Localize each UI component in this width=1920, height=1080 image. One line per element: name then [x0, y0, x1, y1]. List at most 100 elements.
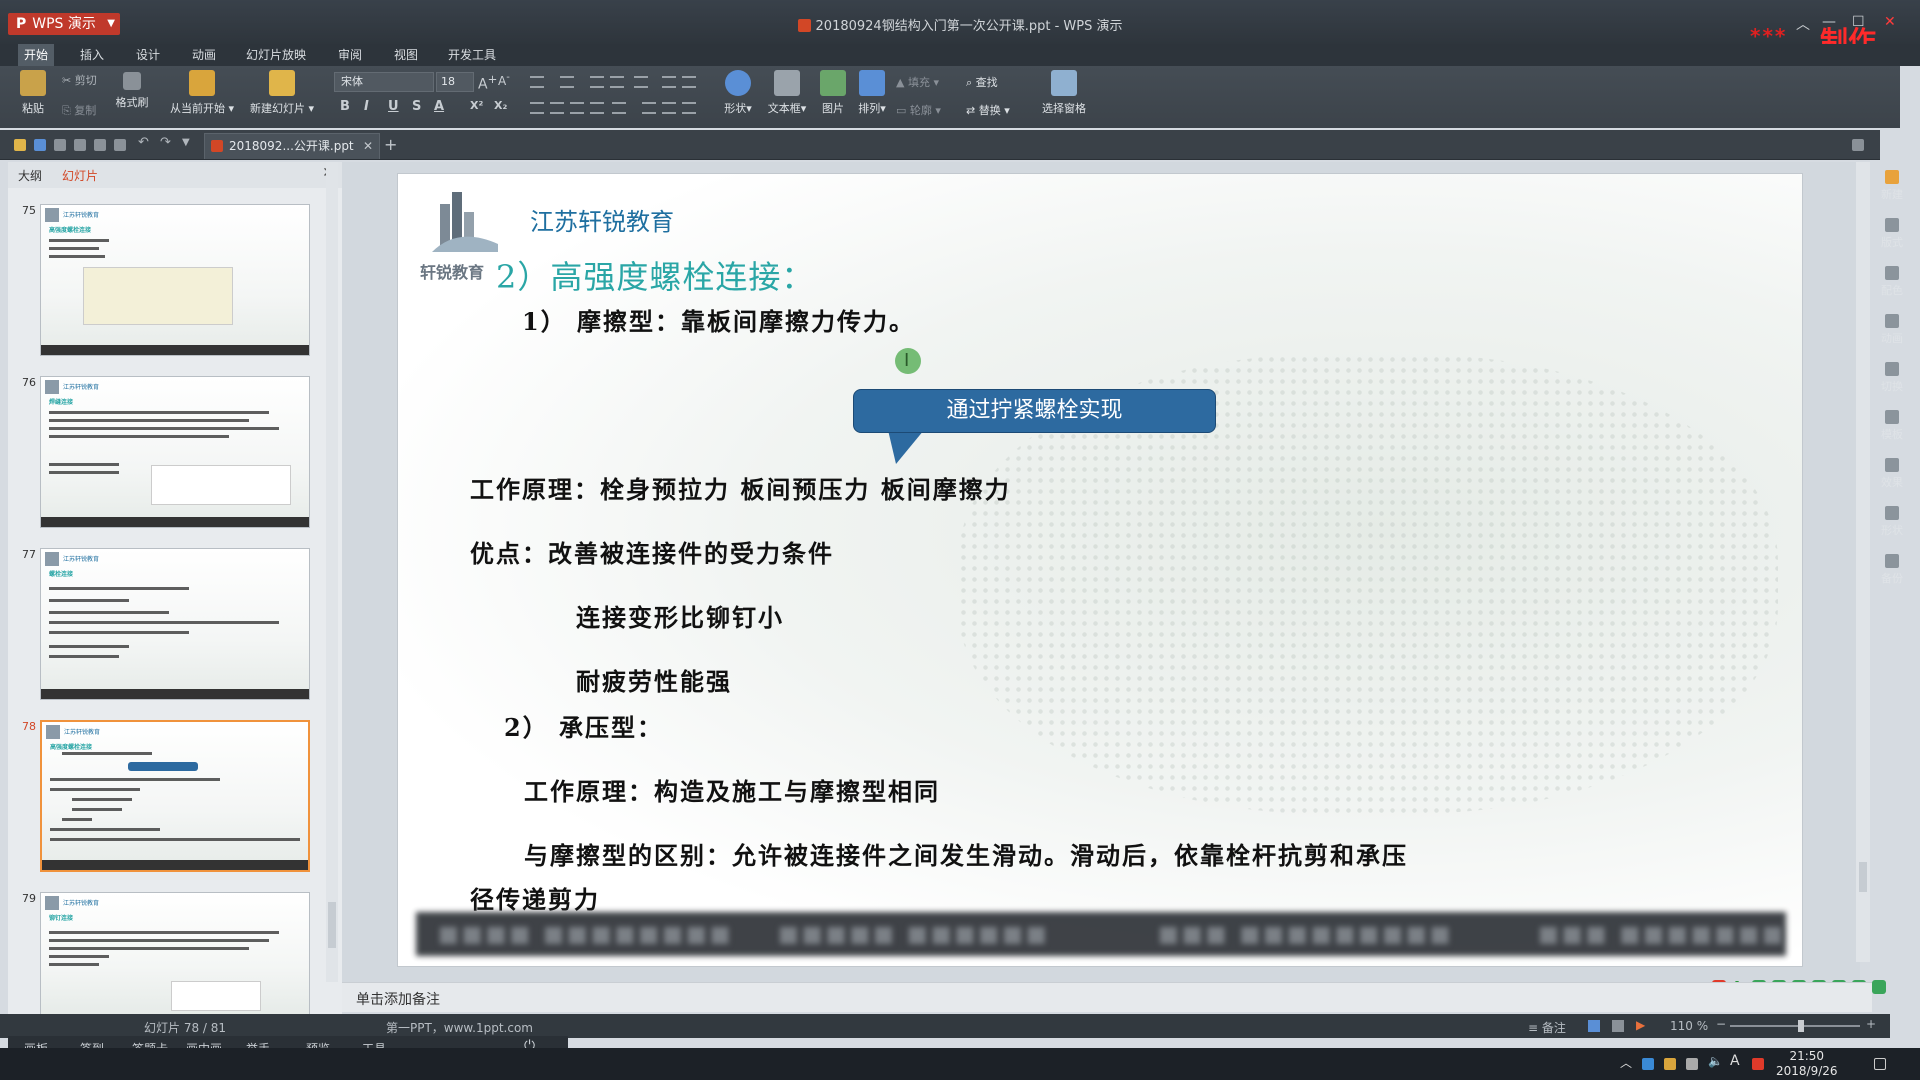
print-preview-icon[interactable]: [94, 139, 106, 151]
system-clock[interactable]: 21:50 2018/9/26: [1776, 1049, 1838, 1079]
bearing-principle-line[interactable]: 工作原理：构造及施工与摩擦型相同: [524, 772, 940, 807]
paragraph-spacing-icon[interactable]: [642, 102, 656, 114]
template-pane-button[interactable]: 模板: [1872, 410, 1912, 442]
underline-button[interactable]: U: [388, 99, 399, 114]
backup-pane-button[interactable]: 备份: [1872, 554, 1912, 586]
fill-button[interactable]: ▲ 填充 ▾: [896, 74, 939, 90]
shape-pane-button[interactable]: 形状: [1872, 506, 1912, 538]
format-painter-button[interactable]: 格式刷: [112, 72, 152, 110]
subscript-button[interactable]: X₂: [494, 99, 507, 112]
zoom-slider[interactable]: [1730, 1020, 1860, 1032]
normal-view-icon[interactable]: [1588, 1020, 1600, 1032]
volume-icon[interactable]: 🔈: [1708, 1054, 1723, 1068]
italic-button[interactable]: I: [364, 99, 369, 114]
paste-button[interactable]: 粘贴: [14, 70, 52, 116]
advantage-fatigue[interactable]: 耐疲劳性能强: [576, 662, 732, 697]
new-slide-button[interactable]: 新建幻灯片 ▾: [246, 70, 318, 116]
difference-line[interactable]: 与摩擦型的区别：允许被连接件之间发生滑动。滑动后，依靠栓杆抗剪和承压: [524, 836, 1408, 871]
zoom-in-icon[interactable]: +: [1866, 1017, 1876, 1031]
slide-thumbnail-77[interactable]: 江苏轩锐教育 螺栓连接: [40, 548, 310, 700]
sogou-tray-icon[interactable]: [1752, 1058, 1764, 1070]
toolbox-icon[interactable]: [1872, 980, 1886, 994]
advantage-deformation[interactable]: 连接变形比铆钉小: [576, 598, 784, 633]
picture-button[interactable]: 图片: [818, 70, 848, 116]
undo-icon[interactable]: ↶: [138, 135, 150, 150]
slides-scrollbar[interactable]: [326, 162, 338, 982]
tab-home[interactable]: 开始: [18, 44, 55, 66]
new-tab-button[interactable]: +: [384, 135, 397, 154]
slide-canvas[interactable]: 轩锐教育 江苏轩锐教育 2）高强度螺栓连接： 1） 摩擦型：靠板间摩擦力传力。 …: [397, 173, 1803, 967]
effect-pane-button[interactable]: 效果: [1872, 458, 1912, 490]
slide-heading[interactable]: 2）高强度螺栓连接：: [496, 252, 814, 298]
selection-pane-button[interactable]: 选择窗格: [1036, 70, 1092, 116]
tray-app-icon[interactable]: [1664, 1058, 1676, 1070]
slide-scrollbar[interactable]: [1856, 162, 1870, 962]
preview-icon[interactable]: [114, 139, 126, 151]
save-icon[interactable]: [34, 139, 46, 151]
tab-developer[interactable]: 开发工具: [442, 44, 502, 66]
redo-icon[interactable]: ↷: [160, 135, 172, 150]
tab-insert[interactable]: 插入: [74, 44, 110, 66]
align-right-icon[interactable]: [570, 102, 584, 114]
columns-icon[interactable]: [662, 76, 676, 88]
difference-line-cont[interactable]: 径传递剪力: [470, 880, 600, 915]
font-name-select[interactable]: 宋体: [334, 72, 434, 92]
tab-view[interactable]: 视图: [388, 44, 424, 66]
tray-app-icon[interactable]: [1642, 1058, 1654, 1070]
zoom-level[interactable]: 110 %: [1670, 1019, 1708, 1033]
friction-type-line[interactable]: 1） 摩擦型：靠板间摩擦力传力。: [522, 302, 915, 337]
justify-icon[interactable]: [590, 102, 604, 114]
bold-button[interactable]: B: [340, 99, 350, 114]
tab-outline[interactable]: 大纲: [18, 167, 42, 184]
scrollbar-thumb[interactable]: [328, 902, 336, 948]
numbering-icon[interactable]: [560, 76, 574, 88]
align-center-icon[interactable]: [550, 102, 564, 114]
advantage-line[interactable]: 优点：改善被连接件的受力条件: [470, 534, 834, 569]
find-button[interactable]: ⌕ 查找: [966, 74, 998, 90]
shadow-button[interactable]: S: [412, 99, 421, 114]
tab-review[interactable]: 审阅: [332, 44, 368, 66]
bullets-icon[interactable]: [530, 76, 544, 88]
vertical-align-icon[interactable]: [662, 102, 676, 114]
open-icon[interactable]: [14, 139, 26, 151]
distribute-icon[interactable]: [612, 102, 626, 114]
font-size-select[interactable]: 18: [436, 72, 474, 92]
ime-indicator-icon[interactable]: A: [1730, 1053, 1742, 1069]
minimize-button[interactable]: —: [1822, 14, 1836, 30]
color-pane-button[interactable]: 配色: [1872, 266, 1912, 298]
grow-font-button[interactable]: A+: [478, 72, 497, 93]
slide-thumbnail-75[interactable]: 江苏轩锐教育 高强度螺栓连接: [40, 204, 310, 356]
callout-box[interactable]: 通过拧紧螺栓实现: [853, 389, 1216, 433]
tab-animation[interactable]: 动画: [186, 44, 222, 66]
print-icon[interactable]: [74, 139, 86, 151]
slide-thumbnail-78-active[interactable]: 江苏轩锐教育 高强度螺栓连接: [40, 720, 310, 872]
tab-slideshow[interactable]: 幻灯片放映: [240, 44, 312, 66]
cut-button[interactable]: ✂ 剪切: [62, 72, 97, 88]
zoom-out-icon[interactable]: −: [1716, 1017, 1726, 1031]
align-left-icon[interactable]: [530, 102, 544, 114]
panel-toggle-icon[interactable]: [1852, 139, 1864, 151]
sorter-view-icon[interactable]: [1612, 1020, 1624, 1032]
scrollbar-thumb[interactable]: [1859, 862, 1867, 892]
shape-button[interactable]: 形状▾: [720, 70, 756, 116]
document-tab[interactable]: 2018092...公开课.ppt ✕: [204, 133, 380, 159]
zoom-slider-knob[interactable]: [1798, 1020, 1805, 1032]
text-align-icon[interactable]: [682, 102, 696, 114]
animation-pane-button[interactable]: 动画: [1872, 314, 1912, 346]
customize-arrow-icon[interactable]: ▼: [182, 137, 194, 149]
decrease-indent-icon[interactable]: [590, 76, 604, 88]
transition-pane-button[interactable]: 切换: [1872, 362, 1912, 394]
bearing-type-line[interactable]: 2） 承压型：: [504, 708, 663, 743]
outline-button[interactable]: ▭ 轮廓 ▾: [896, 102, 941, 118]
textbox-button[interactable]: 文本框▾: [764, 70, 810, 116]
tab-slides[interactable]: 幻灯片: [62, 167, 98, 184]
font-color-button[interactable]: A: [434, 99, 444, 114]
tray-expand-icon[interactable]: ︿: [1620, 1054, 1632, 1070]
new-pane-button[interactable]: 新建: [1872, 170, 1912, 202]
collapse-ribbon-icon[interactable]: ︿: [1796, 14, 1810, 34]
notification-icon[interactable]: [1874, 1058, 1886, 1070]
close-tab-icon[interactable]: ✕: [363, 134, 373, 158]
line-spacing-icon[interactable]: [634, 76, 648, 88]
from-current-slide-button[interactable]: 从当前开始 ▾: [166, 70, 238, 116]
close-window-button[interactable]: ✕: [1884, 14, 1896, 30]
